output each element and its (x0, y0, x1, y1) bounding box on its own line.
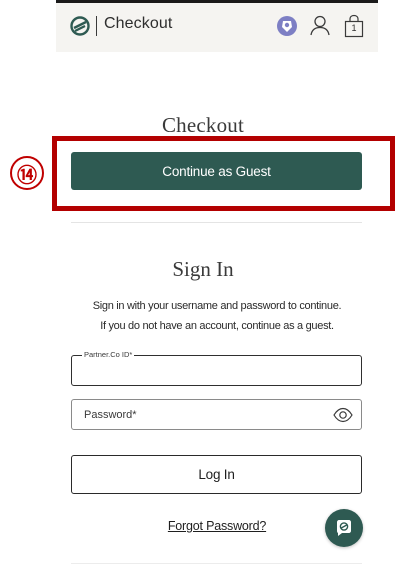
header-bar: Checkout 1 (56, 3, 378, 52)
header-title: Checkout (104, 15, 173, 32)
language-flag-icon[interactable] (276, 15, 298, 37)
continue-as-guest-button[interactable]: Continue as Guest (71, 152, 362, 190)
chat-support-button[interactable] (325, 509, 363, 547)
partner-id-input[interactable] (84, 356, 324, 385)
show-password-eye-icon[interactable] (333, 407, 353, 423)
user-icon[interactable] (309, 14, 331, 36)
login-button[interactable]: Log In (71, 455, 362, 494)
password-input[interactable] (84, 400, 324, 429)
checkout-heading: Checkout (161, 113, 245, 137)
checkout-page: Checkout 1 Checkout ⑭ Continue as Guest … (0, 0, 406, 567)
partner-id-field: Partner.Co ID* (71, 350, 362, 386)
signin-description-line2: If you do not have an account, continue … (100, 320, 334, 332)
annotation-number: ⑭ (10, 156, 44, 190)
chat-icon (337, 520, 351, 536)
bottom-divider (71, 563, 362, 564)
brand-logo-icon[interactable] (69, 15, 91, 37)
header-divider (96, 16, 97, 36)
section-divider (71, 222, 362, 223)
signin-description-line1: Sign in with your username and password … (92, 300, 342, 312)
signin-heading: Sign In (172, 257, 234, 281)
cart-count-badge: 1 (351, 23, 357, 33)
password-field (71, 399, 362, 430)
signin-description: Sign in with your username and password … (0, 296, 406, 336)
